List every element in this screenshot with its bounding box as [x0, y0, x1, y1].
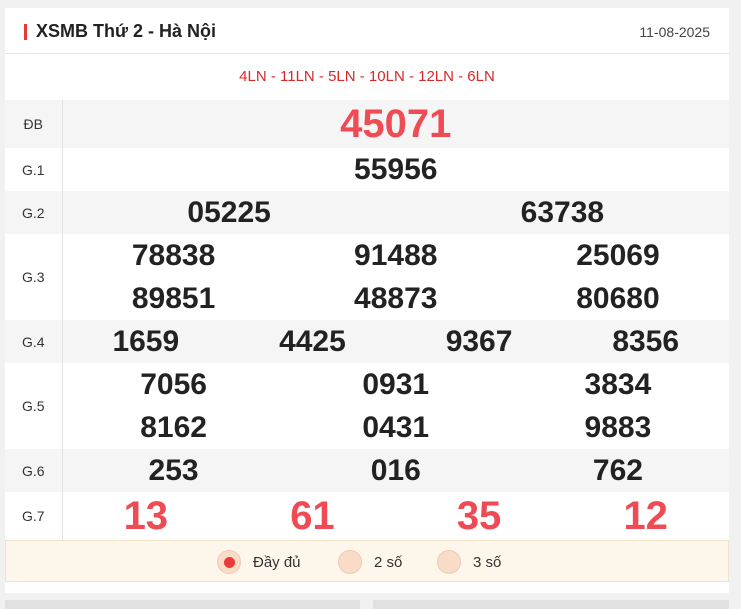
prize-number: 9367 [445, 325, 513, 358]
prize-number: 45071 [340, 102, 452, 146]
prize-label: G.1 [5, 148, 63, 191]
draw-date: 11-08-2025 [639, 24, 710, 40]
radio-2-digits-icon[interactable] [338, 550, 362, 574]
prize-number: 1659 [112, 325, 180, 358]
prize-numbers: 45071 [62, 100, 729, 148]
prize-number: 8356 [612, 325, 680, 358]
prize-row: G.2 05225 63738 [5, 191, 729, 234]
option-full-label: Đầy đủ [253, 553, 301, 571]
option-3-digits[interactable]: 3 số [437, 550, 501, 574]
prize-number: 8162 [140, 411, 207, 444]
prize-number: 4425 [279, 325, 346, 358]
option-full[interactable]: Đầy đủ [217, 550, 301, 574]
number-line: 45071 [63, 100, 730, 148]
prize-label: G.3 [5, 234, 63, 320]
prize-label: G.4 [5, 320, 63, 363]
prize-number: 9883 [584, 411, 652, 444]
prize-number: 63738 [520, 196, 605, 229]
option-3-digits-label: 3 số [473, 553, 502, 571]
prize-number: 3834 [584, 368, 652, 401]
number-line: 253 016 762 [63, 449, 730, 492]
prize-number: 05225 [187, 196, 271, 229]
number-line: 8162 0431 9883 [63, 406, 730, 449]
title-accent-bar [24, 24, 27, 40]
results-table: ĐB 45071 G.1 55956 G.2 05225 63738 G.3 78838 9148… [5, 100, 729, 540]
prize-numbers: 1659 4425 9367 8356 [62, 320, 729, 363]
prize-numbers: 7056 0931 3834 8162 0431 9883 [62, 363, 729, 449]
prize-numbers: 55956 [62, 148, 729, 191]
radio-3-digits-icon[interactable] [437, 550, 461, 574]
prize-row: G.1 55956 [5, 148, 729, 191]
prize-number: 016 [370, 454, 421, 487]
prize-numbers: 253 016 762 [62, 449, 729, 492]
number-line: 1659 4425 9367 8356 [63, 320, 730, 363]
prize-label: G.6 [5, 449, 63, 492]
prize-number: 25069 [576, 239, 660, 272]
prize-number: 89851 [131, 282, 216, 315]
prize-row: G.6 253 016 762 [5, 449, 729, 492]
prize-number: 91488 [354, 239, 438, 272]
prize-number: 7056 [140, 368, 207, 401]
results-card: XSMB Thứ 2 - Hà Nội 11-08-2025 4LN - 11L… [5, 8, 729, 593]
number-line: 13 61 35 12 [63, 492, 730, 540]
prize-row: ĐB 45071 [5, 100, 729, 148]
prize-row: G.7 13 61 35 12 [5, 492, 729, 540]
next-card-right [373, 600, 729, 609]
prize-number: 13 [123, 494, 169, 538]
next-card-left [5, 600, 360, 609]
prize-label: G.2 [5, 191, 63, 234]
number-line: 78838 91488 25069 [63, 234, 730, 277]
number-line: 55956 [63, 148, 730, 191]
ticket-codes: 4LN - 11LN - 5LN - 10LN - 12LN - 6LN [239, 68, 495, 85]
prize-numbers: 05225 63738 [62, 191, 729, 234]
prize-label: G.5 [5, 363, 63, 449]
prize-row: G.4 1659 4425 9367 8356 [5, 320, 729, 363]
prize-label: G.7 [5, 492, 63, 540]
prize-number: 762 [592, 454, 643, 487]
page-title: XSMB Thứ 2 - Hà Nội [36, 21, 217, 41]
display-options: Đầy đủ 2 số 3 số [5, 540, 729, 582]
prize-number: 55956 [354, 153, 438, 186]
number-line: 7056 0931 3834 [63, 363, 730, 406]
prize-label: ĐB [5, 100, 63, 148]
prize-row: G.3 78838 91488 25069 89851 48873 80680 [5, 234, 729, 320]
prize-number: 61 [290, 494, 335, 538]
prize-number: 78838 [131, 239, 216, 272]
prize-number: 12 [623, 494, 668, 538]
prize-numbers: 78838 91488 25069 89851 48873 80680 [62, 234, 729, 320]
prize-row: G.5 7056 0931 3834 8162 0431 9883 [5, 363, 729, 449]
prize-number: 0931 [362, 368, 430, 401]
number-line: 05225 63738 [63, 191, 730, 234]
prize-numbers: 13 61 35 12 [62, 492, 729, 540]
option-2-digits-label: 2 số [374, 553, 403, 571]
option-2-digits[interactable]: 2 số [338, 550, 402, 574]
prize-number: 0431 [362, 411, 430, 444]
prize-number: 35 [456, 494, 502, 538]
prize-number: 253 [148, 454, 199, 487]
prize-number: 80680 [576, 282, 660, 315]
number-line: 89851 48873 80680 [63, 277, 730, 320]
card-header: XSMB Thứ 2 - Hà Nội 11-08-2025 [5, 8, 729, 54]
prize-number: 48873 [354, 282, 438, 315]
radio-full-icon[interactable] [217, 550, 241, 574]
